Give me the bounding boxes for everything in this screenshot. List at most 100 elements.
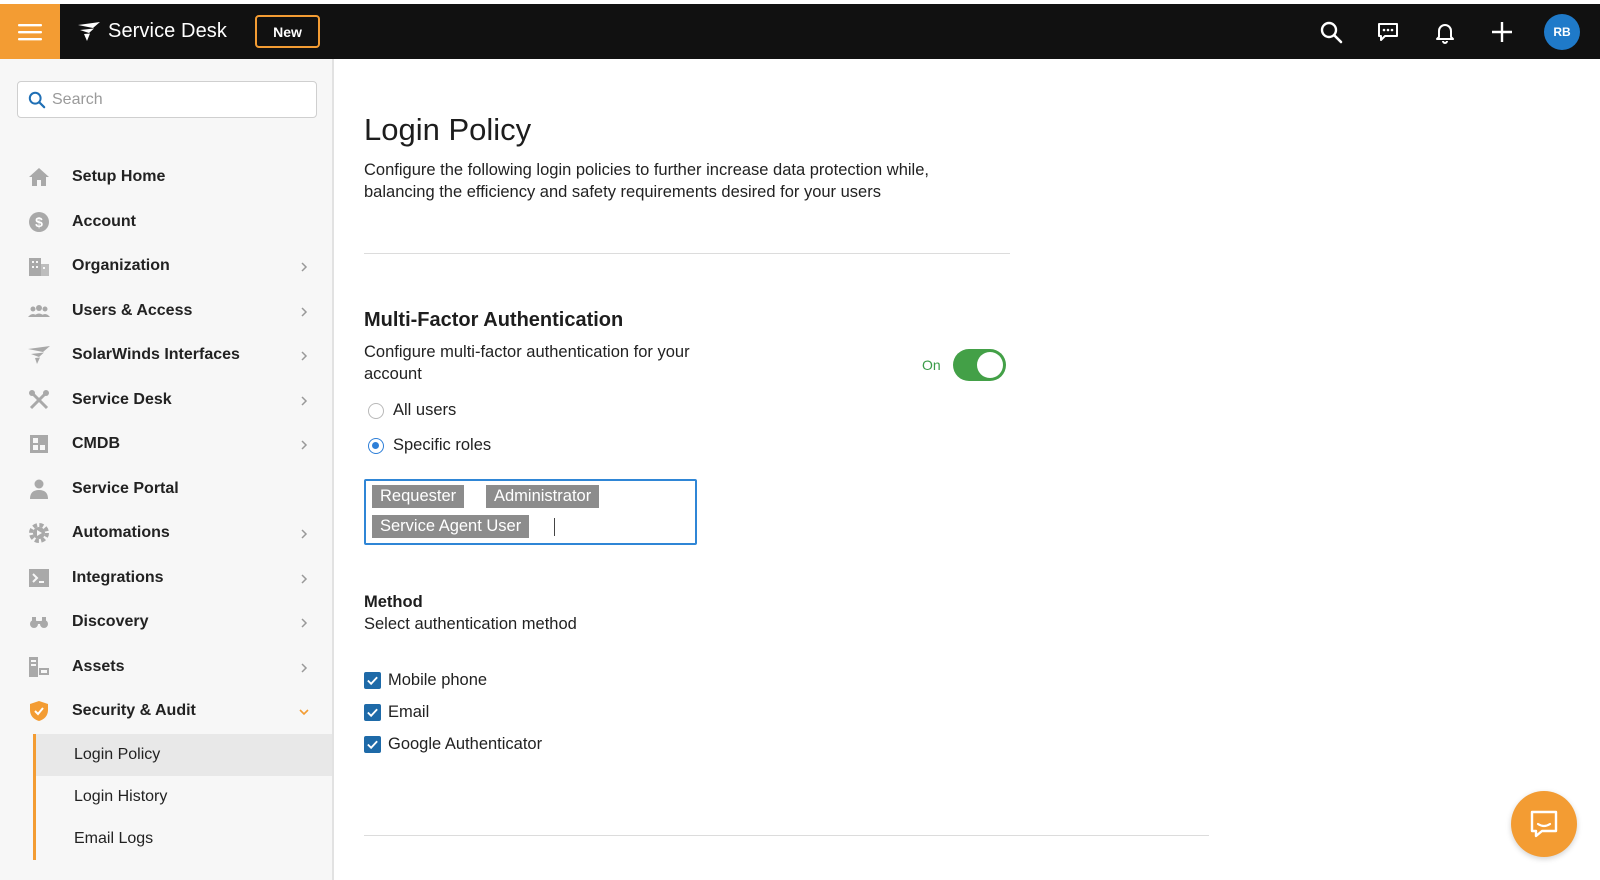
- chevron-right-icon: [298, 349, 310, 361]
- radio-button[interactable]: [368, 437, 384, 454]
- top-bar: Service Desk New RB: [0, 0, 1600, 59]
- checkbox[interactable]: [364, 704, 381, 721]
- method-title: Method: [364, 593, 423, 611]
- sidebar-item-setup-home[interactable]: Setup Home: [0, 155, 332, 200]
- radio-all-users[interactable]: All users: [368, 401, 456, 420]
- chat-bubble-icon: [1530, 810, 1558, 838]
- solarwinds-icon: [27, 343, 51, 367]
- chevron-right-icon: [298, 260, 310, 272]
- sidebar-item-cmdb[interactable]: CMDB: [0, 422, 332, 467]
- top-actions: RB: [1302, 4, 1600, 59]
- chevron-right-icon: [298, 661, 310, 673]
- sidebar-item-label: Service Portal: [72, 479, 179, 497]
- search-icon: [1320, 21, 1342, 43]
- sidebar-item-users-access[interactable]: Users & Access: [0, 289, 332, 334]
- brand[interactable]: Service Desk: [78, 4, 227, 59]
- search-icon: [28, 91, 46, 108]
- roles-input[interactable]: Requester Administrator Service Agent Us…: [364, 479, 697, 545]
- sidebar-item-automations[interactable]: Automations: [0, 511, 332, 556]
- building-icon: [27, 254, 51, 278]
- sidebar-item-label: SolarWinds Interfaces: [72, 346, 240, 364]
- role-chip[interactable]: Administrator: [486, 485, 600, 508]
- sidebar-item-label: Organization: [72, 257, 170, 275]
- role-chip[interactable]: Service Agent User: [372, 515, 530, 538]
- menu-button[interactable]: [0, 4, 60, 59]
- search-button[interactable]: [1302, 4, 1359, 59]
- home-icon: [27, 165, 51, 189]
- radio-button[interactable]: [368, 402, 384, 419]
- sidebar-item-label: Setup Home: [72, 168, 166, 186]
- checkbox-google-authenticator[interactable]: Google Authenticator: [364, 735, 542, 754]
- checkbox[interactable]: [364, 672, 381, 689]
- radio-specific-roles[interactable]: Specific roles: [368, 436, 491, 455]
- divider: [364, 835, 1209, 836]
- chevron-down-icon: [298, 705, 310, 717]
- chat-icon: [1377, 22, 1398, 41]
- sidebar-item-organization[interactable]: Organization: [0, 244, 332, 289]
- sidebar-item-service-desk[interactable]: Service Desk: [0, 378, 332, 423]
- notifications-button[interactable]: [1416, 4, 1473, 59]
- add-button[interactable]: [1473, 4, 1530, 59]
- method-description: Select authentication method: [364, 615, 577, 633]
- checkbox-mobile-phone[interactable]: Mobile phone: [364, 671, 487, 690]
- avatar[interactable]: RB: [1544, 13, 1580, 50]
- sidebar-item-security-audit[interactable]: Security & Audit: [0, 689, 332, 734]
- check-icon: [367, 708, 378, 718]
- toggle-switch[interactable]: [952, 349, 1006, 381]
- chat-button[interactable]: [1359, 4, 1416, 59]
- chevron-right-icon: [298, 394, 310, 406]
- sidebar-subitem-email-logs[interactable]: Email Logs: [36, 818, 332, 860]
- plus-icon: [1491, 21, 1512, 42]
- bell-icon: [1435, 23, 1454, 44]
- main-content: Login Policy Configure the following log…: [364, 59, 1600, 880]
- assets-icon: [27, 655, 51, 679]
- checkbox-label: Email: [388, 703, 430, 721]
- binoculars-icon: [27, 610, 51, 634]
- sidebar-item-label: Service Desk: [72, 390, 172, 408]
- sidebar-item-label: Assets: [72, 657, 125, 675]
- sidebar-item-label: CMDB: [72, 435, 120, 453]
- role-chip[interactable]: Requester: [372, 485, 465, 508]
- chevron-right-icon: [298, 305, 310, 317]
- hamburger-icon: [18, 23, 42, 40]
- sidebar-item-solarwinds-interfaces[interactable]: SolarWinds Interfaces: [0, 333, 332, 378]
- checkbox-email[interactable]: Email: [364, 703, 429, 722]
- setup-nav: Setup Home $ Account Organization Users …: [0, 155, 332, 860]
- mfa-toggle[interactable]: On: [922, 349, 1006, 381]
- sidebar: Setup Home $ Account Organization: [0, 59, 334, 880]
- chat-support-button[interactable]: [1511, 791, 1577, 857]
- solarwinds-logo-icon: [78, 21, 100, 41]
- sidebar-subitem-login-policy[interactable]: Login Policy: [36, 733, 332, 776]
- sidebar-subitem-login-history[interactable]: Login History: [36, 776, 332, 818]
- users-icon: [27, 299, 51, 323]
- checkbox[interactable]: [364, 736, 381, 753]
- sidebar-item-discovery[interactable]: Discovery: [0, 600, 332, 645]
- search-input[interactable]: [52, 90, 302, 109]
- divider: [364, 253, 1010, 254]
- sidebar-search: [17, 81, 317, 118]
- chevron-right-icon: [298, 616, 310, 628]
- terminal-icon: [27, 566, 51, 590]
- sidebar-item-label: Account: [72, 212, 136, 230]
- page-title: Login Policy: [364, 112, 532, 147]
- new-button[interactable]: New: [255, 15, 320, 48]
- check-icon: [367, 676, 378, 686]
- person-icon: [27, 477, 51, 501]
- sidebar-item-account[interactable]: $ Account: [0, 200, 332, 245]
- mfa-toggle-label: On: [922, 357, 941, 373]
- check-icon: [367, 740, 378, 750]
- text-caret: [554, 518, 555, 536]
- mfa-description: Configure multi-factor authentication fo…: [364, 343, 690, 383]
- brand-name: Service Desk: [108, 20, 228, 42]
- radio-label: Specific roles: [393, 436, 492, 454]
- sidebar-item-label: Security & Audit: [72, 702, 196, 720]
- chevron-right-icon: [298, 527, 310, 539]
- sidebar-item-service-portal[interactable]: Service Portal: [0, 467, 332, 512]
- sidebar-item-integrations[interactable]: Integrations: [0, 556, 332, 601]
- checkbox-label: Google Authenticator: [388, 735, 543, 753]
- checkbox-label: Mobile phone: [388, 671, 488, 689]
- chevron-right-icon: [298, 438, 310, 450]
- sidebar-item-assets[interactable]: Assets: [0, 645, 332, 690]
- cmdb-icon: [27, 432, 51, 456]
- page-description: Configure the following login policies t…: [364, 161, 929, 201]
